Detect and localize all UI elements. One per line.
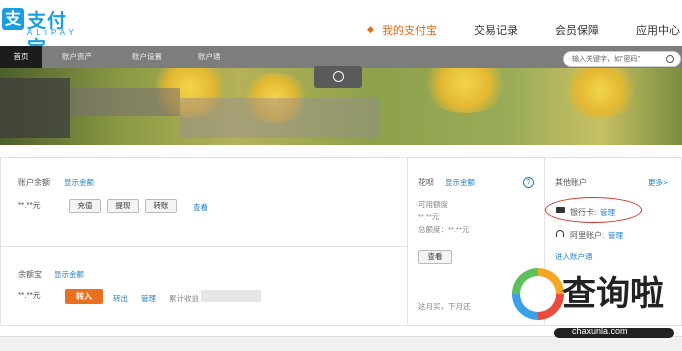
huabei-available-amount: **.**元 xyxy=(418,212,440,221)
yuebao-manage-link[interactable]: 管理 xyxy=(141,293,156,304)
balance-label: 账户余额 xyxy=(18,178,50,187)
balance-view-link[interactable]: 查看 xyxy=(193,202,208,213)
transfer-in-button[interactable]: 转入 xyxy=(65,289,103,304)
yuebao-amount: **.**元 xyxy=(18,291,41,300)
other-accounts-title: 其他账户 xyxy=(555,178,587,187)
active-dot-icon: ◆ xyxy=(367,24,374,34)
subnav-home[interactable]: 首页 xyxy=(0,46,42,68)
subnav-settings[interactable]: 账户设置 xyxy=(132,46,162,68)
blurred-username xyxy=(70,88,180,116)
balance-show-link[interactable]: 显示金额 xyxy=(64,177,94,188)
alipay-logo[interactable]: 支 支付宝 ALIPAY xyxy=(2,6,82,59)
ali-account-manage-link[interactable]: 管理 xyxy=(608,230,623,241)
banner-flower xyxy=(560,68,640,118)
help-icon[interactable]: ? xyxy=(523,177,534,188)
banner-flower xyxy=(420,68,510,113)
recharge-button[interactable]: 充值 xyxy=(69,199,101,213)
yuebao-income-label: 累计收益 xyxy=(169,294,199,303)
watermark-url: chaxunla.com xyxy=(572,326,628,336)
ali-account-icon xyxy=(556,230,564,237)
blurred-info xyxy=(180,98,380,138)
yuebao-panel: 余额宝 显示金额 **.**元 转入 转出 管理 累计收益 xyxy=(0,246,408,326)
highlight-circle xyxy=(545,197,642,223)
huabei-available-label: 可用额度 xyxy=(418,200,448,209)
transfer-button[interactable]: 转账 xyxy=(145,199,177,213)
alarm-button[interactable] xyxy=(314,66,362,88)
huabei-footer: 这月买，下月还 xyxy=(418,302,471,311)
avatar[interactable] xyxy=(0,78,70,138)
subnav-assets[interactable]: 账户资产 xyxy=(62,46,92,68)
top-bar: 支 支付宝 ALIPAY ◆ 我的支付宝 交易记录 会员保障 应用中心 xyxy=(0,0,682,59)
huabei-total: 总额度：**.**元 xyxy=(418,225,470,234)
alipay-logo-icon: 支 xyxy=(2,8,24,30)
nav-transactions[interactable]: 交易记录 xyxy=(474,22,518,38)
huabei-show-link[interactable]: 显示金额 xyxy=(445,177,475,188)
more-link[interactable]: 更多> xyxy=(648,177,667,188)
subnav-account-pass[interactable]: 账户通 xyxy=(198,46,221,68)
ali-account-label: 阿里账户: xyxy=(570,231,605,240)
huabei-label: 花呗 xyxy=(418,178,434,187)
logo-en-text: ALIPAY xyxy=(27,28,78,37)
search-placeholder: 输入关键字，如"密码" xyxy=(572,56,640,63)
nav-member-protection[interactable]: 会员保障 xyxy=(555,22,599,38)
blurred-income xyxy=(201,290,261,302)
chaxunla-watermark: 查询啦 chaxunla.com xyxy=(506,262,682,342)
nav-app-center[interactable]: 应用中心 xyxy=(636,22,680,38)
watermark-text: 查询啦 xyxy=(562,274,664,314)
yuebao-label: 余额宝 xyxy=(18,270,42,279)
chaxunla-logo-center xyxy=(520,276,556,312)
withdraw-button[interactable]: 提现 xyxy=(107,199,139,213)
enter-account-pass-link[interactable]: 进入账户通 xyxy=(555,251,593,262)
nav-my-alipay[interactable]: 我的支付宝 xyxy=(382,22,437,38)
transfer-out-link[interactable]: 转出 xyxy=(113,293,128,304)
yuebao-show-link[interactable]: 显示金额 xyxy=(54,269,84,280)
alarm-clock-icon xyxy=(333,71,344,82)
balance-amount: **.**元 xyxy=(18,201,41,210)
huabei-view-button[interactable]: 查看 xyxy=(418,250,452,264)
search-input[interactable]: 输入关键字，如"密码" xyxy=(563,51,681,67)
search-icon[interactable] xyxy=(666,55,674,63)
balance-panel: 账户余额 显示金额 **.**元 充值 提现 转账 查看 xyxy=(0,157,408,247)
